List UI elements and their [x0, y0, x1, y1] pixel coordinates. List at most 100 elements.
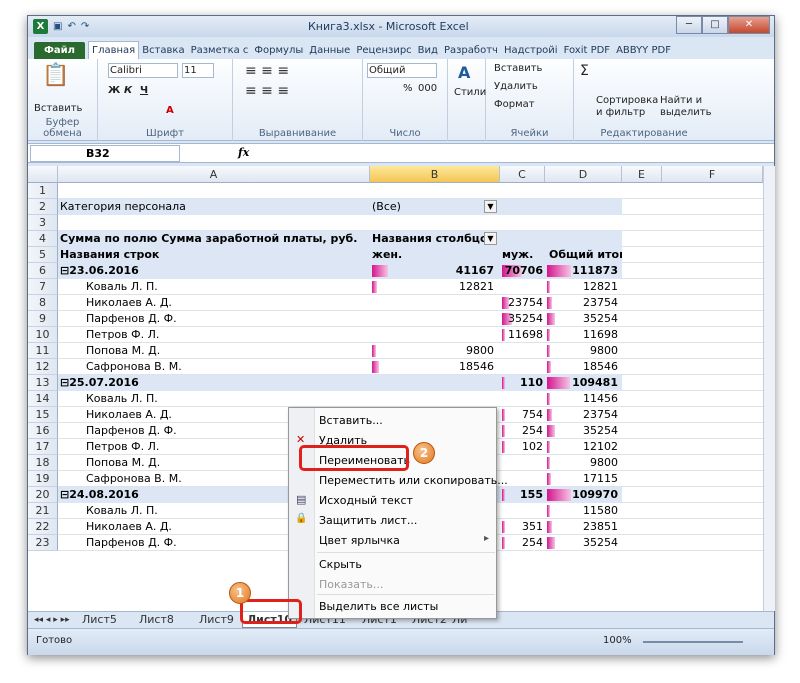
name-box[interactable]: B32 — [30, 145, 180, 162]
sheet-tab[interactable]: Лист8 — [135, 612, 178, 628]
cell-a[interactable]: Коваль Л. П. — [84, 279, 364, 295]
cell-b[interactable]: Названия столбцов — [370, 231, 496, 247]
menu-item[interactable]: Защитить лист... — [319, 514, 417, 527]
cell-c[interactable]: 754 — [500, 407, 545, 423]
cell-a[interactable]: Петров Ф. Л. — [84, 327, 364, 343]
cell-c[interactable]: 35254 — [500, 311, 545, 327]
zoom-level[interactable]: 100% — [603, 635, 632, 646]
cell-b[interactable]: 12821 — [370, 279, 496, 295]
cell-b[interactable]: (Все) — [370, 199, 496, 215]
cell-c[interactable]: 23754 — [500, 295, 545, 311]
sheet-nav-arrows[interactable]: ◂◂ ◂ ▸ ▸▸ — [30, 612, 74, 628]
menu-item[interactable]: Цвет ярлычка — [319, 534, 400, 547]
ribbon-tab[interactable]: Файл — [34, 42, 85, 59]
bold-button[interactable]: Ж — [108, 85, 120, 96]
cell-a[interactable]: Названия строк — [58, 247, 368, 263]
filter-dropdown-icon[interactable]: ▼ — [484, 232, 497, 245]
row-header[interactable]: 4 — [28, 231, 58, 247]
cell-c[interactable]: 254 — [500, 535, 545, 551]
styles-button[interactable]: Стили — [454, 87, 486, 98]
row-header[interactable]: 2 — [28, 199, 58, 215]
align-icons[interactable]: ≡ ≡ ≡ — [245, 63, 289, 79]
cell-d[interactable]: 12102 — [545, 439, 622, 455]
cell-a[interactable]: Попова М. Д. — [84, 343, 364, 359]
row-header[interactable]: 18 — [28, 455, 58, 471]
ribbon-tab[interactable]: Рецензирс — [353, 42, 414, 59]
redo-icon[interactable]: ↷ — [81, 21, 89, 32]
thousands-button[interactable]: 000 — [418, 83, 437, 94]
column-header[interactable]: F — [662, 166, 763, 183]
row-header[interactable]: 21 — [28, 503, 58, 519]
column-header[interactable]: C — [500, 166, 545, 183]
cell-d[interactable]: 109481 — [545, 375, 622, 391]
ribbon-tab[interactable]: Надстройі — [501, 42, 561, 59]
number-format-select[interactable]: Общий — [367, 63, 437, 78]
cell-d[interactable]: 109970 — [545, 487, 622, 503]
row-header[interactable]: 14 — [28, 391, 58, 407]
row-header[interactable]: 23 — [28, 535, 58, 551]
cell-a[interactable]: Парфенов Д. Ф. — [84, 311, 364, 327]
cell-a[interactable]: Сафронова В. М. — [84, 359, 364, 375]
find-select-button[interactable]: Найти и выделить — [660, 95, 711, 119]
italic-button[interactable]: К — [124, 85, 132, 96]
cell-d[interactable]: 111873 — [545, 263, 622, 279]
cell-c[interactable]: 155 — [500, 487, 545, 503]
row-header[interactable]: 9 — [28, 311, 58, 327]
filter-dropdown-icon[interactable]: ▼ — [484, 200, 497, 213]
cell-d[interactable]: 17115 — [545, 471, 622, 487]
cell-a[interactable]: Коваль Л. П. — [84, 391, 364, 407]
font-size-select[interactable]: 11 — [182, 63, 214, 78]
cell-d[interactable]: 23851 — [545, 519, 622, 535]
row-header[interactable]: 3 — [28, 215, 58, 231]
cell-d[interactable]: 35254 — [545, 535, 622, 551]
minimize-button[interactable]: ─ — [676, 16, 702, 34]
styles-icon[interactable]: A — [458, 63, 470, 82]
column-header[interactable]: D — [545, 166, 622, 183]
sort-filter-button[interactable]: Сортировка и фильтр — [596, 95, 658, 119]
delete-cells-button[interactable]: Удалить — [494, 81, 538, 92]
row-header[interactable]: 17 — [28, 439, 58, 455]
column-header[interactable]: E — [622, 166, 662, 183]
sheet-tab[interactable]: Лист5 — [78, 612, 121, 628]
menu-item[interactable]: Выделить все листы — [319, 600, 438, 613]
cell-b[interactable]: 41167 — [370, 263, 496, 279]
cell-c[interactable]: 254 — [500, 423, 545, 439]
row-header[interactable]: 7 — [28, 279, 58, 295]
row-header[interactable]: 16 — [28, 423, 58, 439]
row-header[interactable]: 20 — [28, 487, 58, 503]
menu-item[interactable]: Исходный текст — [319, 494, 413, 507]
ribbon-tab[interactable]: Разработч — [441, 42, 501, 59]
row-header[interactable]: 1 — [28, 183, 58, 199]
row-header[interactable]: 19 — [28, 471, 58, 487]
cell-d[interactable]: 11580 — [545, 503, 622, 519]
undo-icon[interactable]: ↶ — [67, 21, 75, 32]
zoom-slider[interactable] — [643, 641, 743, 643]
column-header[interactable]: B — [370, 166, 500, 183]
excel-icon[interactable]: X — [33, 19, 48, 34]
font-name-select[interactable]: Calibri — [108, 63, 178, 78]
ribbon-tab[interactable]: Вид — [415, 42, 441, 59]
font-color-icon[interactable]: A — [166, 105, 174, 116]
percent-button[interactable]: % — [403, 83, 413, 94]
ribbon-tab[interactable]: Данные — [306, 42, 353, 59]
cell-d[interactable]: 11456 — [545, 391, 622, 407]
row-header[interactable]: 22 — [28, 519, 58, 535]
ribbon-tab[interactable]: ABBYY PDF — [613, 42, 674, 59]
paste-icon[interactable]: 📋 — [42, 63, 69, 88]
cell-b[interactable]: жен. — [370, 247, 496, 263]
menu-item[interactable]: Скрыть — [319, 558, 362, 571]
cell-b[interactable]: 18546 — [370, 359, 496, 375]
align-icons-2[interactable]: ≡ ≡ ≡ — [245, 83, 289, 99]
cell-d[interactable]: 35254 — [545, 423, 622, 439]
row-header[interactable]: 15 — [28, 407, 58, 423]
vertical-scrollbar[interactable] — [763, 166, 775, 611]
cell-a[interactable]: Категория персонала — [58, 199, 368, 215]
cell-d[interactable]: 35254 — [545, 311, 622, 327]
format-cells-button[interactable]: Формат — [494, 99, 535, 110]
paste-button[interactable]: Вставить — [34, 103, 82, 114]
cell-d[interactable]: 18546 — [545, 359, 622, 375]
row-header[interactable]: 11 — [28, 343, 58, 359]
underline-button[interactable]: Ч — [140, 85, 148, 96]
sheet-tab[interactable]: Лист9 — [195, 612, 238, 628]
maximize-button[interactable]: □ — [702, 16, 728, 34]
